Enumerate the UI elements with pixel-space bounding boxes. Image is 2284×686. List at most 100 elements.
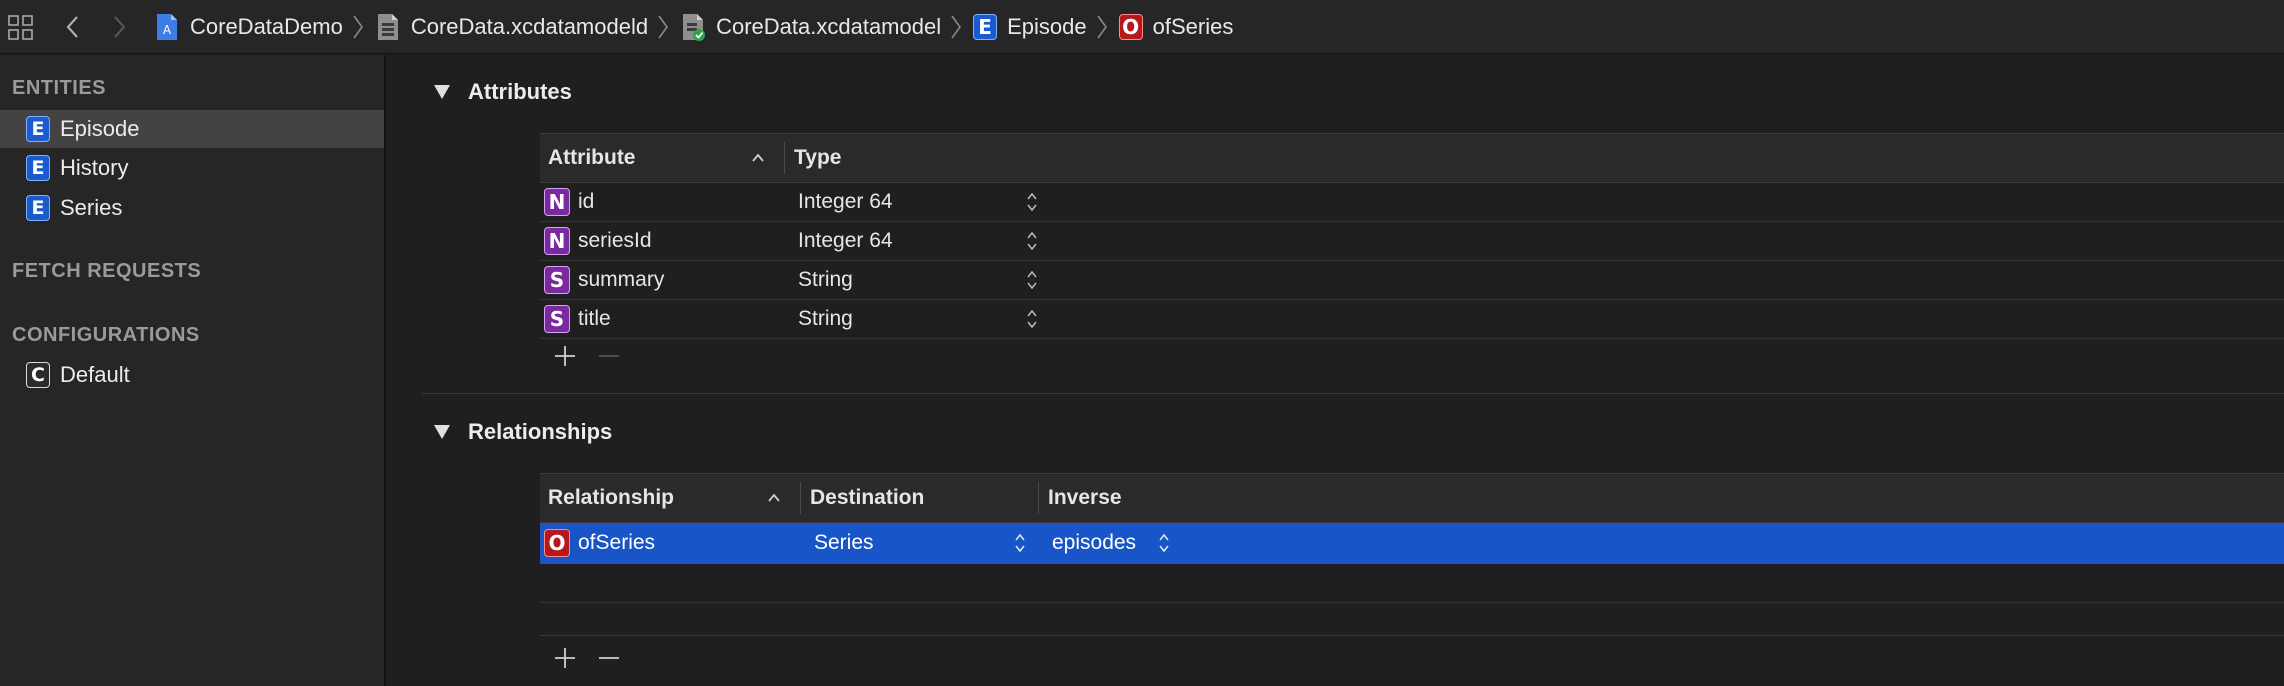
add-attribute-button[interactable] [552, 343, 578, 369]
attribute-name[interactable]: id [578, 190, 594, 214]
column-divider[interactable] [1038, 482, 1039, 514]
section-divider [422, 393, 2284, 394]
configuration-icon: C [26, 362, 50, 388]
popup-stepper-icon [1027, 231, 1037, 251]
entity-icon: E [26, 155, 50, 181]
sort-ascending-icon [752, 153, 764, 162]
attribute-type-icon: S [544, 266, 570, 294]
table-bottom-divider [540, 635, 2284, 636]
breadcrumb-item-datamodel[interactable]: CoreData.xcdatamodel [680, 12, 941, 42]
chevron-right-icon [951, 15, 962, 39]
entities-header: ENTITIES [12, 77, 107, 99]
attribute-type-value: Integer 64 [798, 190, 893, 213]
relationships-section-title: Relationships [468, 419, 613, 444]
column-header-label: Relationship [548, 486, 675, 509]
table-row-empty [540, 564, 2284, 603]
breadcrumb-label: CoreData.xcdatamodeld [410, 14, 649, 39]
attribute-type-select[interactable]: String [798, 261, 1038, 299]
popup-stepper-icon [1027, 309, 1037, 329]
chevron-right-icon [658, 15, 669, 39]
attribute-type-select[interactable]: Integer 64 [798, 183, 1038, 221]
relationships-section-toggle[interactable]: Relationships [434, 419, 612, 445]
attribute-type-value: String [798, 268, 853, 291]
table-row[interactable]: N seriesId Integer 64 [540, 222, 2284, 261]
column-header-label: Destination [810, 486, 925, 509]
column-divider[interactable] [800, 482, 801, 514]
sidebar-item-episode[interactable]: E Episode [0, 110, 384, 148]
sidebar-item-default-configuration[interactable]: C Default [0, 356, 384, 394]
column-header-label: Type [794, 146, 842, 169]
breadcrumb-label: CoreDataDemo [190, 14, 343, 39]
back-chevron-icon[interactable] [62, 12, 84, 42]
attribute-type-value: String [798, 307, 853, 330]
destination-value: Series [814, 531, 874, 554]
table-row[interactable]: S summary String [540, 261, 2284, 300]
remove-relationship-button[interactable] [596, 645, 622, 671]
relationships-table-header: Relationship Destination Inverse [540, 473, 2284, 523]
sidebar-item-label: Default [60, 362, 130, 387]
attribute-type-icon: S [544, 305, 570, 333]
svg-text:A: A [163, 23, 172, 37]
sidebar-item-history[interactable]: E History [0, 149, 384, 187]
popup-stepper-icon [1027, 192, 1037, 212]
sidebar-item-label: Episode [60, 116, 140, 141]
column-header-inverse[interactable]: Inverse [1048, 474, 1122, 522]
attribute-type-icon: N [544, 188, 570, 216]
entity-editor: Attributes Attribute Type N id Integer 6… [388, 55, 2284, 686]
table-row[interactable]: O ofSeries Series episodes [540, 523, 2284, 564]
attribute-name[interactable]: summary [578, 268, 664, 292]
inverse-select[interactable]: episodes [1052, 523, 1170, 563]
attributes-table-header: Attribute Type [540, 133, 2284, 183]
attribute-type-icon: N [544, 227, 570, 255]
sidebar-item-series[interactable]: E Series [0, 189, 384, 227]
project-icon: A [157, 14, 177, 40]
entity-icon: E [26, 195, 50, 221]
sort-ascending-icon [768, 493, 780, 502]
destination-select[interactable]: Series [814, 523, 1026, 563]
column-header-type[interactable]: Type [794, 134, 841, 182]
entity-icon: E [26, 116, 50, 142]
column-header-relationship[interactable]: Relationship [548, 474, 674, 522]
chevron-right-icon [353, 15, 363, 39]
related-items-grid-icon[interactable] [8, 15, 34, 41]
entity-icon: E [973, 14, 998, 40]
attribute-type-value: Integer 64 [798, 229, 893, 252]
breadcrumb-item-relationship[interactable]: O ofSeries [1118, 14, 1234, 40]
attribute-type-select[interactable]: String [798, 300, 1038, 338]
relationship-name[interactable]: ofSeries [578, 531, 655, 555]
attribute-name[interactable]: title [578, 307, 611, 331]
table-row[interactable]: N id Integer 64 [540, 183, 2284, 222]
attributes-add-remove [552, 343, 622, 369]
datamodel-file-icon [683, 14, 706, 41]
relationships-table: Relationship Destination Inverse O ofSer… [540, 473, 2284, 603]
column-header-destination[interactable]: Destination [810, 474, 924, 522]
entity-outline-sidebar: ENTITIES E Episode E History E Series FE… [0, 55, 386, 686]
breadcrumb: A CoreDataDemo CoreData.xcdatamodeld Cor… [154, 0, 1233, 54]
forward-chevron-icon[interactable] [108, 12, 130, 42]
add-relationship-button[interactable] [552, 645, 578, 671]
sidebar-item-label: History [60, 155, 129, 180]
breadcrumb-item-datamodeld[interactable]: CoreData.xcdatamodeld [375, 12, 648, 42]
remove-attribute-button[interactable] [596, 343, 622, 369]
popup-stepper-icon [1015, 533, 1025, 553]
table-row[interactable]: S title String [540, 300, 2284, 339]
attribute-name[interactable]: seriesId [578, 229, 652, 253]
inverse-value: episodes [1052, 531, 1137, 554]
breadcrumb-label: CoreData.xcdatamodel [716, 14, 942, 39]
breadcrumb-item-entity[interactable]: E Episode [973, 14, 1087, 40]
relationship-icon: O [1118, 14, 1143, 40]
column-divider[interactable] [784, 142, 785, 174]
breadcrumb-label: ofSeries [1152, 14, 1234, 39]
sidebar-item-label: Series [60, 195, 123, 220]
attribute-type-select[interactable]: Integer 64 [798, 222, 1038, 260]
disclosure-triangle-icon [434, 425, 450, 439]
breadcrumb-item-project[interactable]: A CoreDataDemo [154, 12, 343, 42]
datamodel-bundle-icon [377, 14, 398, 40]
column-header-attribute[interactable]: Attribute [548, 134, 636, 182]
navigation-bar: A CoreDataDemo CoreData.xcdatamodeld Cor… [0, 0, 2284, 54]
popup-stepper-icon [1027, 270, 1037, 290]
chevron-right-icon [1096, 15, 1107, 39]
column-header-label: Attribute [548, 146, 636, 169]
column-header-label: Inverse [1048, 486, 1122, 509]
attributes-section-toggle[interactable]: Attributes [434, 79, 572, 105]
